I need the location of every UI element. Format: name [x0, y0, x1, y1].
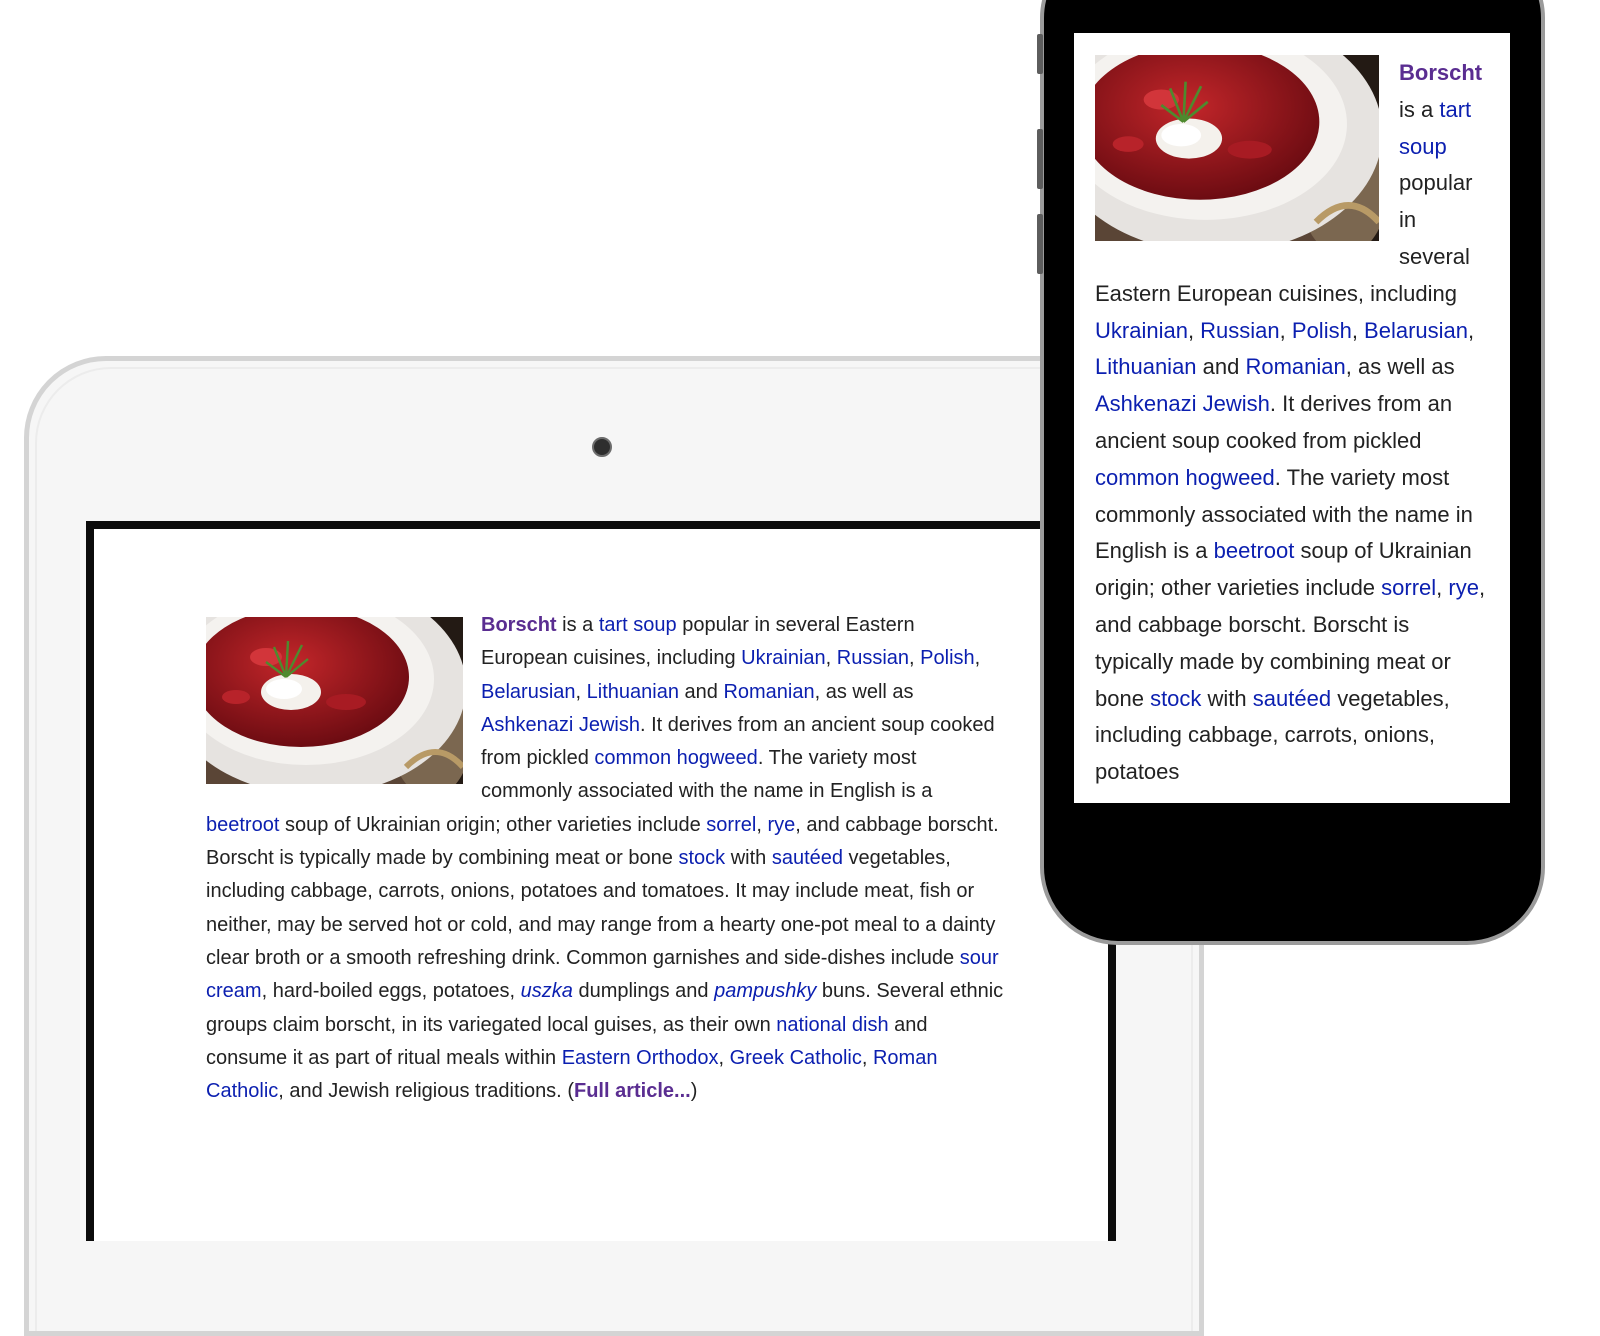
- link-belarusian[interactable]: Belarusian: [1364, 318, 1468, 343]
- text-segment: , as well as: [1345, 354, 1455, 380]
- tablet-device: Borscht is a tart soup popular in severa…: [24, 356, 1204, 1336]
- link-russian[interactable]: Russian: [1200, 318, 1279, 343]
- link-tart[interactable]: tart: [1439, 97, 1471, 122]
- text-segment: ,: [861, 1046, 873, 1069]
- text-segment: with: [1201, 685, 1253, 711]
- link-uszka[interactable]: uszka: [521, 980, 573, 1002]
- link-lithuanian[interactable]: Lithuanian: [587, 681, 679, 703]
- link-soup[interactable]: soup: [1399, 134, 1447, 159]
- article-title-link[interactable]: Borscht: [1399, 60, 1482, 85]
- text-segment: ,: [1279, 317, 1292, 343]
- link-rye[interactable]: rye: [1448, 575, 1479, 600]
- text-segment: ,: [1351, 317, 1365, 343]
- text-segment: ,: [1468, 317, 1475, 343]
- link-polish[interactable]: Polish: [1292, 318, 1352, 343]
- text-segment: ,: [575, 680, 587, 703]
- link-soup[interactable]: soup: [633, 614, 676, 636]
- phone-screen: Borscht is a tart soup popular in severa…: [1074, 33, 1510, 803]
- text-segment: is a: [556, 614, 599, 636]
- link-sorrel[interactable]: sorrel: [706, 814, 756, 836]
- link-beetroot[interactable]: beetroot: [206, 814, 279, 836]
- phone-volume-down-button: [1037, 214, 1043, 274]
- link-pampushky[interactable]: pampushky: [714, 980, 816, 1002]
- link-belarusian[interactable]: Belarusian: [481, 681, 576, 703]
- paren-close: ): [690, 1080, 698, 1103]
- text-segment: ,: [909, 647, 921, 670]
- text-segment: and: [678, 680, 724, 703]
- tablet-screen: Borscht is a tart soup popular in severa…: [86, 521, 1116, 1241]
- link-national-dish[interactable]: national dish: [776, 1014, 888, 1036]
- text-segment: ,: [718, 1046, 730, 1069]
- phone-device: Borscht is a tart soup popular in severa…: [1037, 0, 1545, 945]
- link-russian[interactable]: Russian: [837, 647, 909, 669]
- link-beetroot[interactable]: beetroot: [1214, 538, 1295, 563]
- link-common-hogweed[interactable]: common hogweed: [1095, 465, 1275, 490]
- link-romanian[interactable]: Romanian: [1245, 354, 1345, 379]
- phone-volume-up-button: [1037, 129, 1043, 189]
- borscht-image[interactable]: [1095, 55, 1379, 241]
- text-segment: dumplings and: [572, 980, 715, 1003]
- tablet-camera: [592, 437, 612, 457]
- borscht-image[interactable]: [206, 617, 463, 784]
- text-segment: , hard-boiled eggs, potatoes,: [261, 980, 521, 1003]
- link-polish[interactable]: Polish: [920, 647, 974, 669]
- link-greek-catholic[interactable]: Greek Catholic: [730, 1047, 862, 1069]
- text-segment: ,: [756, 813, 768, 836]
- phone-article-extract: Borscht is a tart soup popular in severa…: [1095, 55, 1493, 791]
- link-tart[interactable]: tart: [599, 614, 628, 636]
- paren-open: (: [567, 1080, 574, 1103]
- link-romanian[interactable]: Romanian: [723, 681, 814, 703]
- link-ukrainian[interactable]: Ukrainian: [1095, 318, 1188, 343]
- link-rye[interactable]: rye: [767, 814, 795, 836]
- article-title-link[interactable]: Borscht: [481, 614, 557, 636]
- text-segment: ,: [825, 647, 837, 670]
- link-ukrainian[interactable]: Ukrainian: [741, 647, 825, 669]
- text-segment: is a: [1399, 96, 1440, 122]
- link-ashkenazi-jewish[interactable]: Ashkenazi Jewish: [1095, 391, 1270, 416]
- link-sauteed[interactable]: sautéed: [1253, 686, 1331, 711]
- text-segment: ,: [974, 647, 981, 670]
- text-segment: ,: [1187, 317, 1201, 343]
- text-segment: soup of Ukrainian origin; other varietie…: [279, 813, 707, 836]
- text-segment: , and Jewish religious traditions.: [278, 1080, 568, 1103]
- phone-mute-switch: [1037, 34, 1043, 74]
- full-article-link[interactable]: Full article...: [574, 1080, 691, 1102]
- link-common-hogweed[interactable]: common hogweed: [594, 747, 757, 769]
- link-sorrel[interactable]: sorrel: [1381, 575, 1436, 600]
- text-segment: and: [1196, 354, 1246, 380]
- tablet-article-extract: Borscht is a tart soup popular in severa…: [206, 609, 1006, 1108]
- link-lithuanian[interactable]: Lithuanian: [1095, 354, 1197, 379]
- text-segment: with: [725, 847, 772, 870]
- text-segment: ,: [1436, 575, 1449, 601]
- link-stock[interactable]: stock: [1150, 686, 1201, 711]
- link-stock[interactable]: stock: [678, 847, 725, 869]
- text-segment: , as well as: [814, 680, 914, 703]
- link-ashkenazi-jewish[interactable]: Ashkenazi Jewish: [481, 714, 640, 736]
- link-sauteed[interactable]: sautéed: [772, 847, 843, 869]
- link-eastern-orthodox[interactable]: Eastern Orthodox: [562, 1047, 719, 1069]
